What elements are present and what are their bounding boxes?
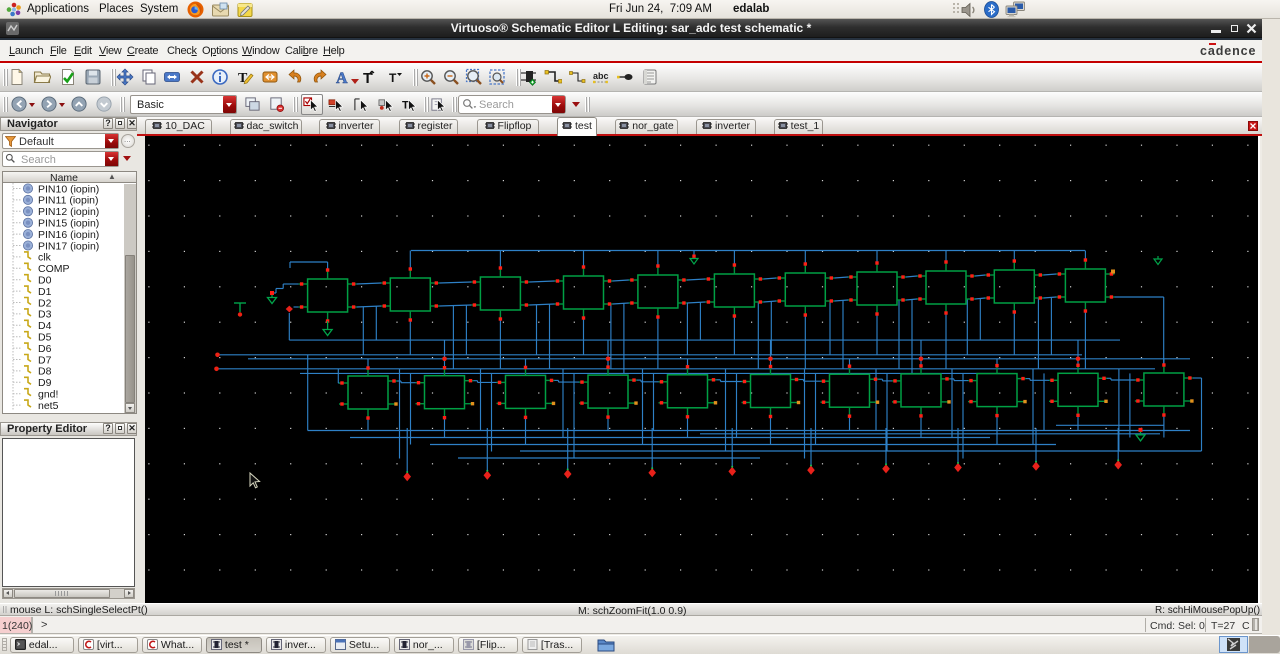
svg-text:PIN12 (iopin): PIN12 (iopin) [38, 206, 99, 218]
svg-text:D1: D1 [38, 286, 52, 298]
svg-text:T: T [402, 99, 409, 111]
svg-text:A: A [336, 70, 348, 86]
svg-text:PIN17 (iopin): PIN17 (iopin) [38, 240, 99, 252]
svg-text:D2: D2 [38, 297, 52, 309]
svg-text:D3: D3 [38, 309, 52, 321]
svg-text:gnd!: gnd! [38, 389, 58, 401]
svg-text:PIN15 (iopin): PIN15 (iopin) [38, 218, 99, 230]
svg-text:PIN10 (iopin): PIN10 (iopin) [38, 183, 99, 195]
svg-text:COMP: COMP [38, 263, 70, 275]
svg-text:PIN11 (iopin): PIN11 (iopin) [38, 195, 99, 207]
svg-text:T: T [238, 71, 248, 86]
svg-text:D7: D7 [38, 354, 52, 366]
svg-text:D5: D5 [38, 332, 52, 344]
svg-text:D4: D4 [38, 320, 52, 332]
svg-text:net5: net5 [38, 400, 59, 412]
svg-text:T: T [389, 71, 397, 85]
svg-text:D6: D6 [38, 343, 52, 355]
svg-text:PIN16 (iopin): PIN16 (iopin) [38, 229, 99, 241]
svg-text:D9: D9 [38, 377, 52, 389]
svg-text:clk: clk [38, 252, 52, 264]
svg-text:D0: D0 [38, 275, 52, 287]
svg-text:D8: D8 [38, 366, 52, 378]
svg-text:abc: abc [593, 71, 609, 81]
